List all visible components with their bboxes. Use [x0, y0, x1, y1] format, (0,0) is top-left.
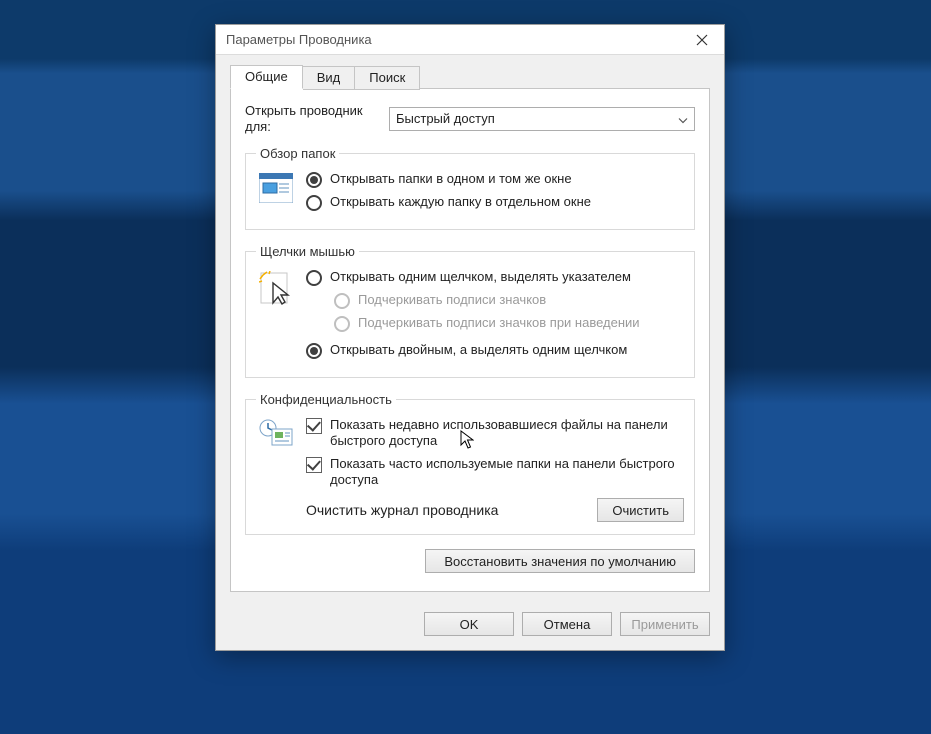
recent-icon: [258, 419, 294, 449]
folder-options-dialog: Параметры Проводника Общие Вид Поиск Отк…: [215, 24, 725, 651]
apply-button: Применить: [620, 612, 710, 636]
tabpanel-general: Открыть проводник для: Быстрый доступ Об…: [230, 88, 710, 592]
check-frequent-folders[interactable]: Показать часто используемые папки на пан…: [306, 456, 684, 489]
radio-single-click[interactable]: Открывать одним щелчком, выделять указат…: [306, 269, 684, 286]
radio-separate-window[interactable]: Открывать каждую папку в отдельном окне: [306, 194, 684, 211]
click-items-group: Щелчки мышью Открывать одним щелчком, вы…: [245, 244, 695, 378]
click-items-legend: Щелчки мышью: [256, 244, 359, 259]
click-icon: [259, 271, 293, 307]
browse-folders-legend: Обзор папок: [256, 146, 339, 161]
radio-underline-hover: Подчеркивать подписи значков при наведен…: [334, 315, 684, 332]
clear-button[interactable]: Очистить: [597, 498, 684, 522]
open-explorer-for: Открыть проводник для: Быстрый доступ: [245, 103, 695, 134]
radio-double-click[interactable]: Открывать двойным, а выделять одним щелч…: [306, 342, 684, 359]
chevron-down-icon: [678, 111, 688, 126]
radio-underline-always: Подчеркивать подписи значков: [334, 292, 684, 309]
ok-button[interactable]: OK: [424, 612, 514, 636]
restore-defaults-button[interactable]: Восстановить значения по умолчанию: [425, 549, 695, 573]
clear-history-label: Очистить журнал проводника: [306, 502, 498, 518]
close-button[interactable]: [680, 25, 724, 55]
radio-same-window[interactable]: Открывать папки в одном и том же окне: [306, 171, 684, 188]
close-icon: [696, 34, 708, 46]
tabstrip: Общие Вид Поиск: [230, 65, 710, 89]
window-icon: [259, 173, 293, 203]
titlebar[interactable]: Параметры Проводника: [216, 25, 724, 55]
browse-folders-group: Обзор папок: [245, 146, 695, 230]
window-title: Параметры Проводника: [226, 32, 372, 47]
open-for-label: Открыть проводник для:: [245, 103, 375, 134]
dialog-footer: OK Отмена Применить: [216, 602, 724, 650]
open-for-select[interactable]: Быстрый доступ: [389, 107, 695, 131]
privacy-legend: Конфиденциальность: [256, 392, 396, 407]
open-for-value: Быстрый доступ: [396, 111, 495, 126]
privacy-group: Конфиденциальность: [245, 392, 695, 535]
check-recent-files[interactable]: Показать недавно использовавшиеся файлы …: [306, 417, 684, 450]
tab-search[interactable]: Поиск: [355, 66, 420, 90]
tab-general[interactable]: Общие: [230, 65, 303, 89]
tab-view[interactable]: Вид: [303, 66, 356, 90]
cancel-button[interactable]: Отмена: [522, 612, 612, 636]
